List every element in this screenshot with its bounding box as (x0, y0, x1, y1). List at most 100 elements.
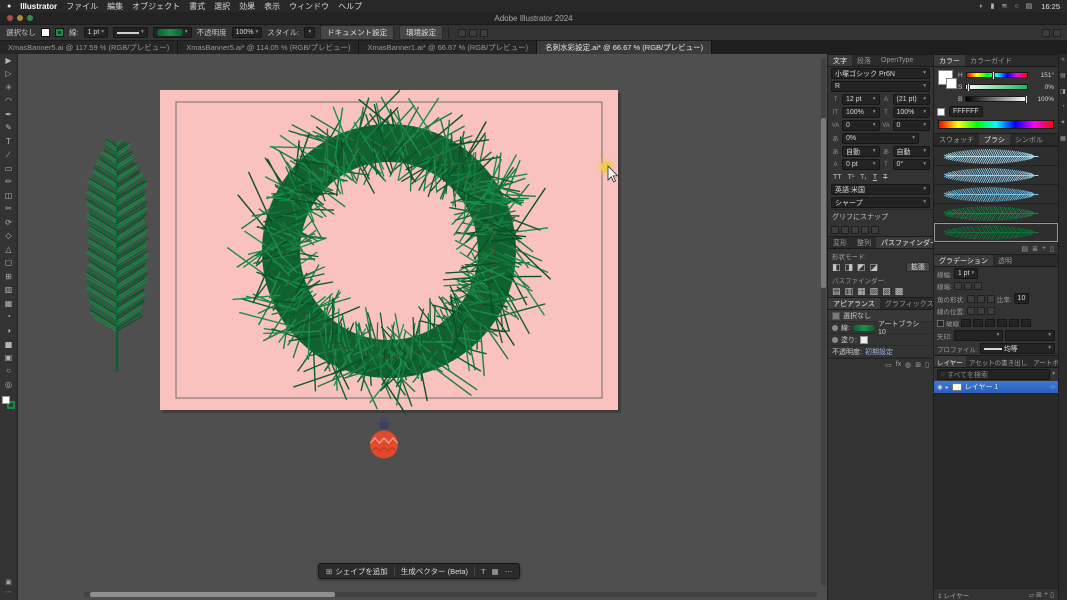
menu-item-5[interactable]: 選択 (214, 1, 230, 12)
document-setup-button[interactable]: ドキュメント設定 (320, 25, 394, 40)
graph-tool[interactable]: ▅ (0, 338, 17, 352)
miter-limit-field[interactable]: 10 (1014, 293, 1030, 304)
curvature-tool[interactable]: ✎ (0, 122, 17, 136)
scale-tool[interactable]: ◇ (0, 230, 17, 244)
font-style-select[interactable]: R (831, 81, 930, 92)
cap-icon-2[interactable] (974, 282, 982, 290)
char-field-5-b[interactable]: 0° (893, 159, 931, 170)
paintbrush-tool[interactable]: ✏ (0, 176, 17, 190)
pathfinder-icon-3[interactable]: ▧ (869, 287, 880, 296)
shape-builder-tool[interactable]: ⊞ (0, 270, 17, 284)
brightness-slider[interactable] (965, 96, 1028, 102)
vertical-scrollbar[interactable] (821, 58, 826, 586)
workspace-icon[interactable] (1042, 29, 1050, 37)
slider-knob[interactable] (1025, 95, 1028, 104)
brush-action-icon-2[interactable]: + (1042, 245, 1046, 252)
art-brush-feather-blue-2[interactable] (934, 166, 1058, 185)
eraser-tool[interactable]: ◫ (0, 189, 17, 203)
char-field-4-b[interactable]: 自動 (893, 146, 931, 157)
font-family-select[interactable]: 小塚ゴシック Pr6N (831, 68, 930, 79)
layers-action-icon-1[interactable]: ⊞ (1036, 591, 1042, 599)
shape-mode-icon-2[interactable]: ◩ (856, 263, 867, 272)
appearance-action-icon-1[interactable]: fx (896, 361, 901, 368)
gradient-tool[interactable]: ▥ (0, 284, 17, 298)
art-brush-feather-blue-1[interactable] (934, 147, 1058, 166)
stroke-align-icon-1[interactable] (977, 307, 985, 315)
char-field-1-a[interactable]: 100% (842, 107, 880, 118)
pathfinder-tab-2[interactable]: パスファインダー (876, 237, 933, 248)
char-field-0-a[interactable]: 12 pt (842, 94, 880, 105)
pine-branch-object[interactable] (86, 139, 148, 371)
scrollbar-thumb[interactable] (821, 118, 826, 288)
direct-selection-tool[interactable]: ▷ (0, 68, 17, 82)
slider-knob[interactable] (992, 71, 995, 80)
char-field-0-b[interactable]: (21 pt) (893, 94, 931, 105)
menu-item-8[interactable]: ウィンドウ (289, 1, 329, 12)
rectangle-tool[interactable]: ▭ (0, 162, 17, 176)
expand-arrow-icon[interactable] (946, 384, 949, 391)
char-field-4-a[interactable]: 自動 (842, 146, 880, 157)
stroke-style-select[interactable] (113, 27, 148, 38)
snap-to-glyph-header[interactable]: グリフにスナップ (828, 209, 933, 224)
preferences-button[interactable]: 環境設定 (399, 25, 443, 40)
appearance-action-icon-4[interactable]: ▯ (925, 361, 929, 369)
fill-stroke-indicator[interactable] (2, 396, 15, 409)
appearance-stroke-row[interactable]: 線: アートブラシ 10 (828, 322, 933, 334)
snap-glyph-icon-4[interactable] (871, 226, 879, 234)
dock-icon-3[interactable]: ◔ (1061, 104, 1065, 110)
type-tool[interactable]: T (0, 135, 17, 149)
mesh-tool[interactable]: ▦ (0, 297, 17, 311)
document-tab[interactable]: XmasBanner1.ai* @ 66.67 % (RGB/プレビュー) (359, 41, 537, 54)
brushes-tab-2[interactable]: シンボル (1010, 134, 1048, 145)
snap-glyph-icon-0[interactable] (831, 226, 839, 234)
canvas-area[interactable]: ⊞ シェイプを追加 生成ベクター (Beta) T ▦ ⋯ (18, 54, 827, 600)
fullscreen-window-icon[interactable] (27, 15, 33, 21)
char-field-1-b[interactable]: 100% (893, 107, 931, 118)
dash-field-3[interactable] (997, 319, 1007, 327)
scissors-tool[interactable]: ✂ (0, 203, 17, 217)
corner-icon-0[interactable] (967, 295, 975, 303)
appearance-action-icon-2[interactable]: ◍ (905, 361, 911, 369)
menu-item-2[interactable]: 編集 (107, 1, 123, 12)
pathfinder-tab-0[interactable]: 変形 (828, 237, 852, 248)
cap-icon-0[interactable] (954, 282, 962, 290)
toolbar-extra-icon-1[interactable]: ⋯ (5, 588, 12, 596)
snap-glyph-icon-1[interactable] (841, 226, 849, 234)
type-tool-shortcut[interactable]: T (481, 567, 486, 576)
color-tab-0[interactable]: カラー (934, 55, 965, 66)
dock-icon-0[interactable]: » (1061, 57, 1064, 63)
minimize-window-icon[interactable] (17, 15, 23, 21)
generate-vector-button[interactable]: 生成ベクター (Beta) (401, 566, 468, 577)
char-field-5-a[interactable]: 0 pt (842, 159, 880, 170)
control-center-icon[interactable]: ▤ (1026, 2, 1033, 10)
dash-field-0[interactable] (961, 319, 971, 327)
brush-action-icon-1[interactable]: ≣ (1032, 245, 1038, 253)
hue-slider[interactable] (966, 72, 1028, 78)
fill-color-box[interactable] (2, 396, 10, 404)
eyedropper-tool[interactable]: ◔ (0, 311, 17, 325)
toolbar-extra-icon-0[interactable]: ▣ (5, 578, 12, 586)
corner-icon-2[interactable] (987, 295, 995, 303)
char-style-button-0[interactable]: TT (831, 174, 844, 181)
char-field-2-a[interactable]: 0 (842, 120, 880, 131)
rotate-tool[interactable]: ⟳ (0, 216, 17, 230)
lasso-tool[interactable]: ◠ (0, 95, 17, 109)
pen-tool[interactable]: ✒ (0, 108, 17, 122)
dock-icon-2[interactable]: ◨ (1060, 88, 1066, 95)
language-select[interactable]: 英語:米国 (831, 184, 930, 195)
pathfinder-tab-1[interactable]: 整列 (852, 237, 876, 248)
dashed-line-checkbox[interactable] (937, 320, 944, 327)
character-tab-1[interactable]: 段落 (852, 55, 876, 66)
pathfinder-icon-4[interactable]: ▨ (881, 287, 892, 296)
style-select[interactable] (304, 27, 315, 38)
current-color-swatch[interactable] (938, 70, 953, 85)
brushes-tab-1[interactable]: ブラシ (979, 134, 1010, 145)
filter-chevron-icon[interactable] (1052, 372, 1055, 378)
document-tab[interactable]: 名刺水彩設定.ai* @ 66.67 % (RGB/プレビュー) (537, 41, 712, 54)
width-profile-select[interactable]: 均等 (980, 343, 1055, 354)
char-field-2-b[interactable]: 0 (893, 120, 931, 131)
magic-wand-tool[interactable]: ✳ (0, 81, 17, 95)
apple-menu-icon[interactable]: ● (7, 3, 11, 10)
arrow-start-select[interactable] (954, 330, 1004, 341)
pathfinder-icon-5[interactable]: ▩ (894, 287, 905, 296)
